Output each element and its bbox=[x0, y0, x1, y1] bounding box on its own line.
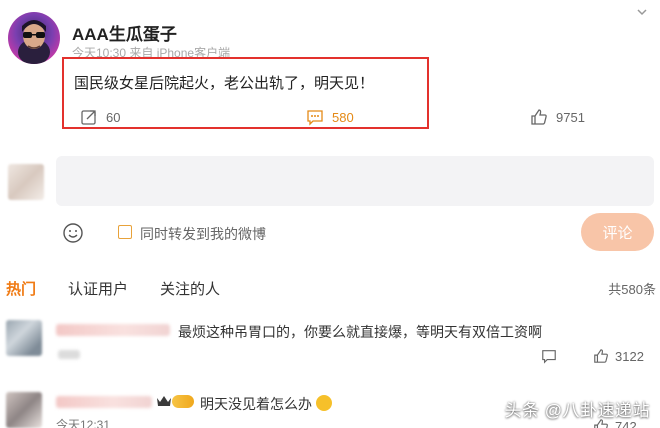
thumbs-up-icon bbox=[594, 349, 608, 363]
tab-following[interactable]: 关注的人 bbox=[160, 278, 220, 299]
comment-time: 今天12:31 bbox=[56, 418, 111, 428]
commenter-name-redacted bbox=[56, 396, 152, 408]
repost-checkbox-label[interactable]: 同时转发到我的微博 bbox=[140, 224, 266, 244]
comment-reply-button[interactable] bbox=[541, 348, 557, 364]
vip-badge bbox=[172, 395, 194, 408]
current-user-avatar bbox=[8, 164, 44, 200]
thumbs-up-icon bbox=[531, 109, 547, 125]
comment-meta-redacted bbox=[58, 350, 80, 359]
total-comment-count: 共580条 bbox=[608, 282, 656, 297]
comment-input[interactable] bbox=[56, 156, 654, 206]
submit-comment-button[interactable]: 评论 bbox=[581, 213, 654, 251]
commenter-avatar[interactable] bbox=[6, 392, 42, 428]
commenter-avatar[interactable] bbox=[6, 320, 42, 356]
author-name[interactable]: AAA生瓜蛋子 bbox=[72, 20, 177, 45]
comment-like-button[interactable]: 3122 bbox=[593, 348, 644, 364]
emoji-icon[interactable] bbox=[62, 222, 84, 244]
emoji-icon bbox=[316, 395, 332, 411]
highlight-box bbox=[62, 57, 429, 129]
watermark: 头条 @八卦速递站 bbox=[504, 401, 650, 420]
comment-text: 最烦这种吊胃口的，你要么就直接爆，等明天有双倍工资啊 bbox=[178, 324, 542, 340]
commenter-name-redacted bbox=[56, 324, 170, 336]
repost-checkbox[interactable] bbox=[118, 225, 132, 239]
tab-hot[interactable]: 热门 bbox=[6, 278, 36, 299]
like-count: 9751 bbox=[556, 109, 585, 125]
like-button[interactable]: 9751 bbox=[530, 108, 585, 126]
crown-icon bbox=[157, 396, 171, 406]
comment-text: 明天没见着怎么办 bbox=[200, 394, 332, 414]
author-avatar[interactable] bbox=[8, 12, 60, 64]
chevron-down-icon[interactable] bbox=[636, 6, 648, 18]
tab-verified-users[interactable]: 认证用户 bbox=[68, 278, 128, 299]
comment-like-count: 3122 bbox=[615, 348, 644, 364]
comment-icon bbox=[542, 350, 556, 364]
